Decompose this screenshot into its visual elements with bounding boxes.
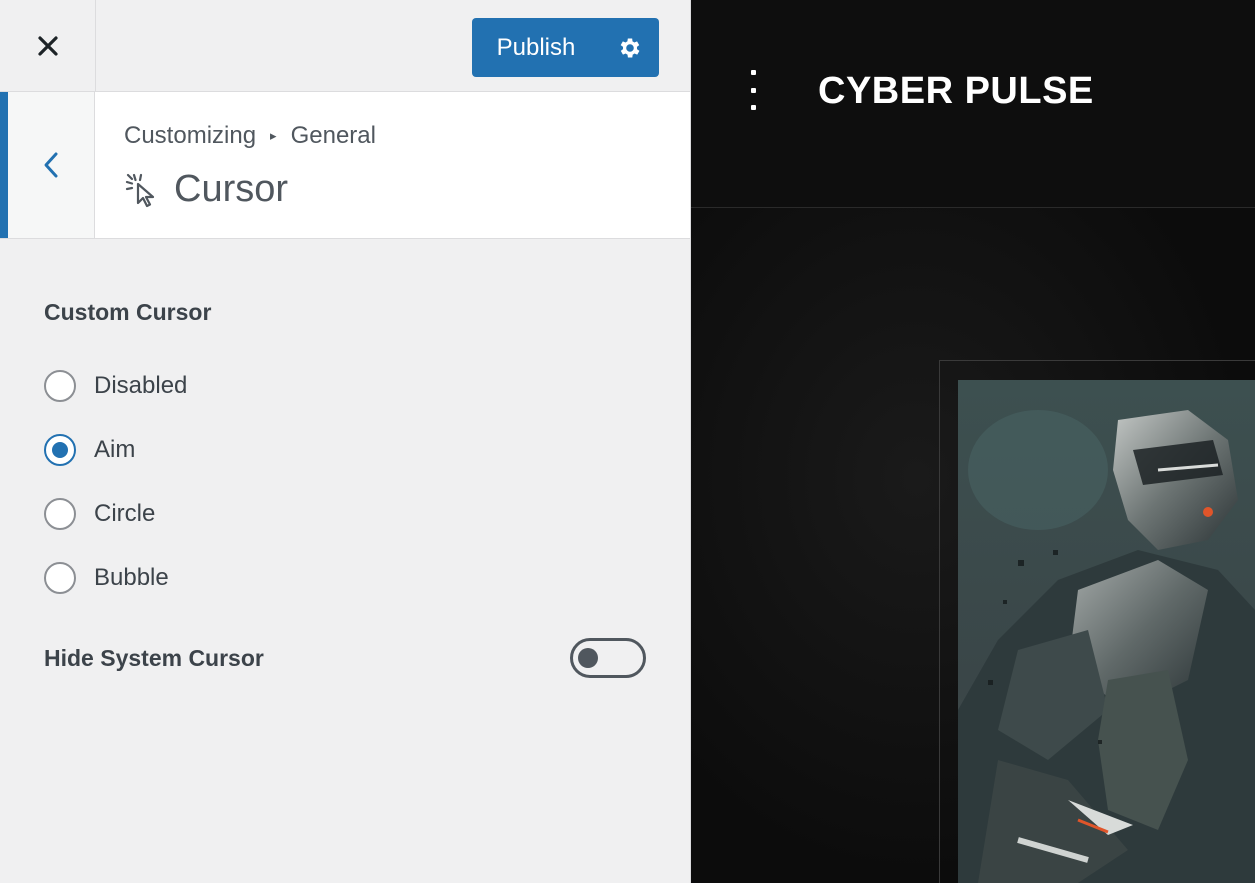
radio-label: Aim (94, 436, 136, 463)
site-preview: CYBER PULSE (691, 0, 1255, 883)
radio-button[interactable] (44, 498, 76, 530)
hide-system-cursor-row: Hide System Cursor (44, 636, 646, 680)
customizer-header: Publish (0, 0, 690, 92)
close-icon (37, 35, 58, 56)
hide-system-cursor-label: Hide System Cursor (44, 644, 264, 671)
page-title: Cursor (124, 168, 288, 211)
cursor-controls: Custom Cursor Disabled Aim Circle Bubble (44, 290, 654, 610)
section-title-text: Cursor (174, 168, 289, 210)
radio-label: Disabled (94, 372, 188, 399)
toggle-knob (578, 648, 598, 668)
vertical-dots-icon[interactable] (749, 70, 757, 110)
site-title[interactable]: CYBER PULSE (818, 70, 1094, 113)
publish-button[interactable]: Publish (472, 18, 600, 77)
breadcrumb-item: Customizing (124, 122, 257, 149)
radio-option-disabled[interactable]: Disabled (44, 354, 654, 418)
breadcrumb: Customizing ▸ General (124, 122, 376, 150)
breadcrumb-item: General (290, 122, 376, 149)
site-header: CYBER PULSE (691, 0, 1255, 208)
robot-illustration (958, 380, 1255, 883)
close-button[interactable] (0, 0, 96, 91)
back-button[interactable] (0, 92, 95, 238)
publish-settings-button[interactable] (600, 18, 659, 77)
radio-button[interactable] (44, 562, 76, 594)
radio-button[interactable] (44, 370, 76, 402)
chevron-left-icon (44, 152, 58, 178)
customizer-panel: Publish Customizing ▸ General Cursor Cus… (0, 0, 691, 883)
custom-cursor-radio-group: Disabled Aim Circle Bubble (44, 354, 654, 610)
radio-label: Circle (94, 500, 156, 527)
radio-option-circle[interactable]: Circle (44, 482, 654, 546)
cursor-click-icon (124, 172, 160, 208)
hide-system-cursor-toggle[interactable] (570, 638, 646, 678)
breadcrumb-separator: ▸ (270, 128, 277, 143)
section-header: Customizing ▸ General Cursor (0, 92, 690, 239)
radio-button[interactable] (44, 434, 76, 466)
hero-image (958, 380, 1255, 883)
publish-group: Publish (472, 18, 659, 77)
radio-option-bubble[interactable]: Bubble (44, 546, 654, 610)
radio-label: Bubble (94, 564, 169, 591)
custom-cursor-label: Custom Cursor (44, 299, 212, 325)
gear-icon (620, 37, 639, 58)
radio-option-aim[interactable]: Aim (44, 418, 654, 482)
